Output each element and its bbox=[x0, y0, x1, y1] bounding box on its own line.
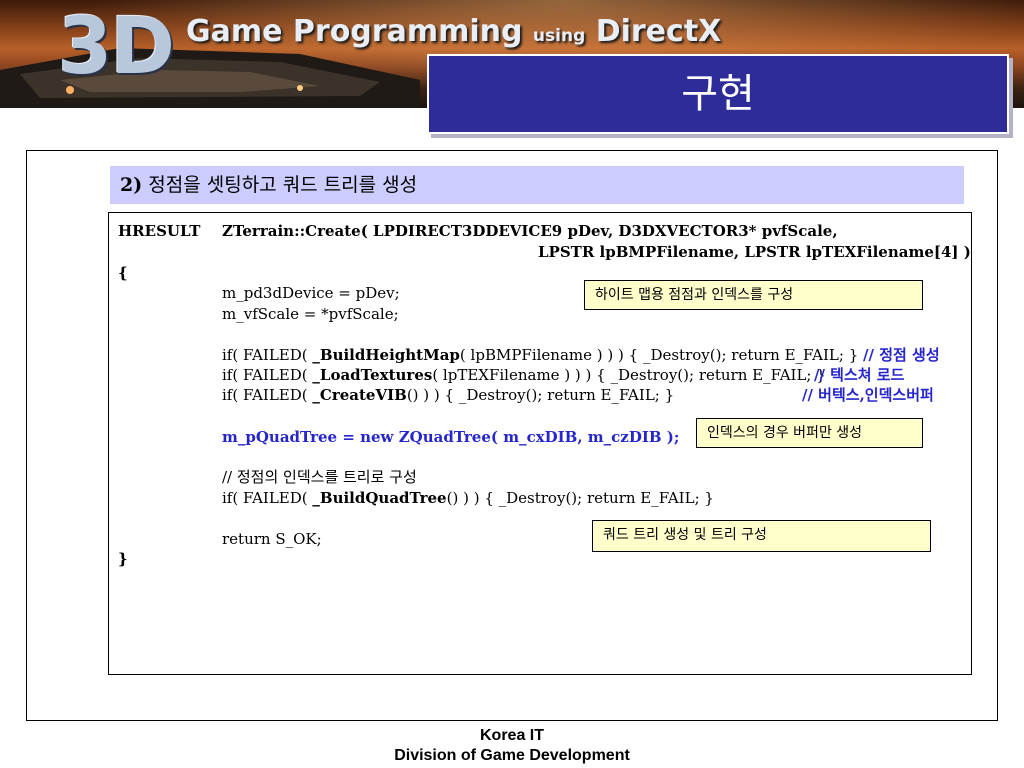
code-text: if( FAILED( bbox=[222, 346, 313, 364]
code-line-scale: m_vfScale = *pvfScale; bbox=[222, 305, 399, 323]
code-text: if( FAILED( bbox=[222, 489, 313, 507]
code-line-return: return S_OK; bbox=[222, 530, 322, 548]
code-text: if( FAILED( bbox=[222, 386, 313, 404]
callout-note-index: 인덱스의 경우 버퍼만 생성 bbox=[696, 418, 923, 448]
code-comment-buffer: // 버텍스,인덱스버퍼 bbox=[802, 386, 934, 404]
code-line-quadtree: m_pQuadTree = new ZQuadTree( m_cxDIB, m_… bbox=[222, 428, 680, 446]
course-title-main: Game Programming bbox=[186, 14, 523, 49]
code-function: _BuildQuadTree bbox=[312, 489, 447, 507]
footer-org: Korea IT bbox=[479, 727, 544, 744]
course-title: Game Programming using DirectX bbox=[186, 14, 721, 49]
code-open-brace: { bbox=[118, 264, 128, 282]
code-hresult: HRESULT bbox=[118, 222, 201, 240]
callout-note-quadtree: 쿼드 트리 생성 및 트리 구성 bbox=[592, 520, 931, 552]
callout-note-heightmap: 하이트 맵용 점점과 인덱스를 구성 bbox=[584, 280, 923, 310]
code-function: _LoadTextures bbox=[312, 366, 433, 384]
code-line-buildheightmap: if( FAILED( _BuildHeightMap( lpBMPFilena… bbox=[222, 346, 940, 364]
code-signature-1: ZTerrain::Create( LPDIRECT3DDEVICE9 pDev… bbox=[222, 222, 838, 240]
code-comment: // 정점 생성 bbox=[863, 346, 940, 364]
code-line-createvib: if( FAILED( _CreateVIB() ) ) { _Destroy(… bbox=[222, 386, 674, 404]
code-line-device: m_pd3dDevice = pDev; bbox=[222, 284, 400, 302]
section-heading: 2) 정점을 셋팅하고 쿼드 트리를 생성 bbox=[110, 166, 964, 204]
code-text: () ) ) { _Destroy(); return E_FAIL; } bbox=[406, 386, 675, 404]
code-function: _BuildHeightMap bbox=[312, 346, 460, 364]
code-comment-tree: // 정점의 인덱스를 트리로 구성 bbox=[222, 468, 417, 486]
code-text: () ) ) { _Destroy(); return E_FAIL; } bbox=[446, 489, 714, 507]
code-line-buildquadtree: if( FAILED( _BuildQuadTree() ) ) { _Dest… bbox=[222, 489, 714, 507]
code-signature-2: LPSTR lpBMPFilename, LPSTR lpTEXFilename… bbox=[538, 243, 971, 261]
code-text: ( lpTEXFilename ) ) ) { _Destroy(); retu… bbox=[432, 366, 826, 384]
slide-title: 구현 bbox=[681, 71, 755, 117]
section-number: 2) bbox=[120, 174, 143, 196]
code-text: if( FAILED( bbox=[222, 366, 313, 384]
footer-division: Division of Game Development bbox=[394, 747, 630, 764]
logo-3d: 3D bbox=[58, 2, 175, 92]
course-title-end: DirectX bbox=[595, 14, 722, 49]
code-comment-texture: // 텍스쳐 로드 bbox=[814, 366, 905, 384]
course-title-using: using bbox=[532, 26, 586, 46]
code-text: ( lpBMPFilename ) ) ) { _Destroy(); retu… bbox=[459, 346, 859, 364]
code-function: _CreateVIB bbox=[312, 386, 407, 404]
slide-title-box: 구현 bbox=[427, 54, 1009, 134]
section-title: 정점을 셋팅하고 쿼드 트리를 생성 bbox=[148, 174, 418, 196]
code-close-brace: } bbox=[118, 550, 128, 568]
code-line-loadtextures: if( FAILED( _LoadTextures( lpTEXFilename… bbox=[222, 366, 826, 384]
